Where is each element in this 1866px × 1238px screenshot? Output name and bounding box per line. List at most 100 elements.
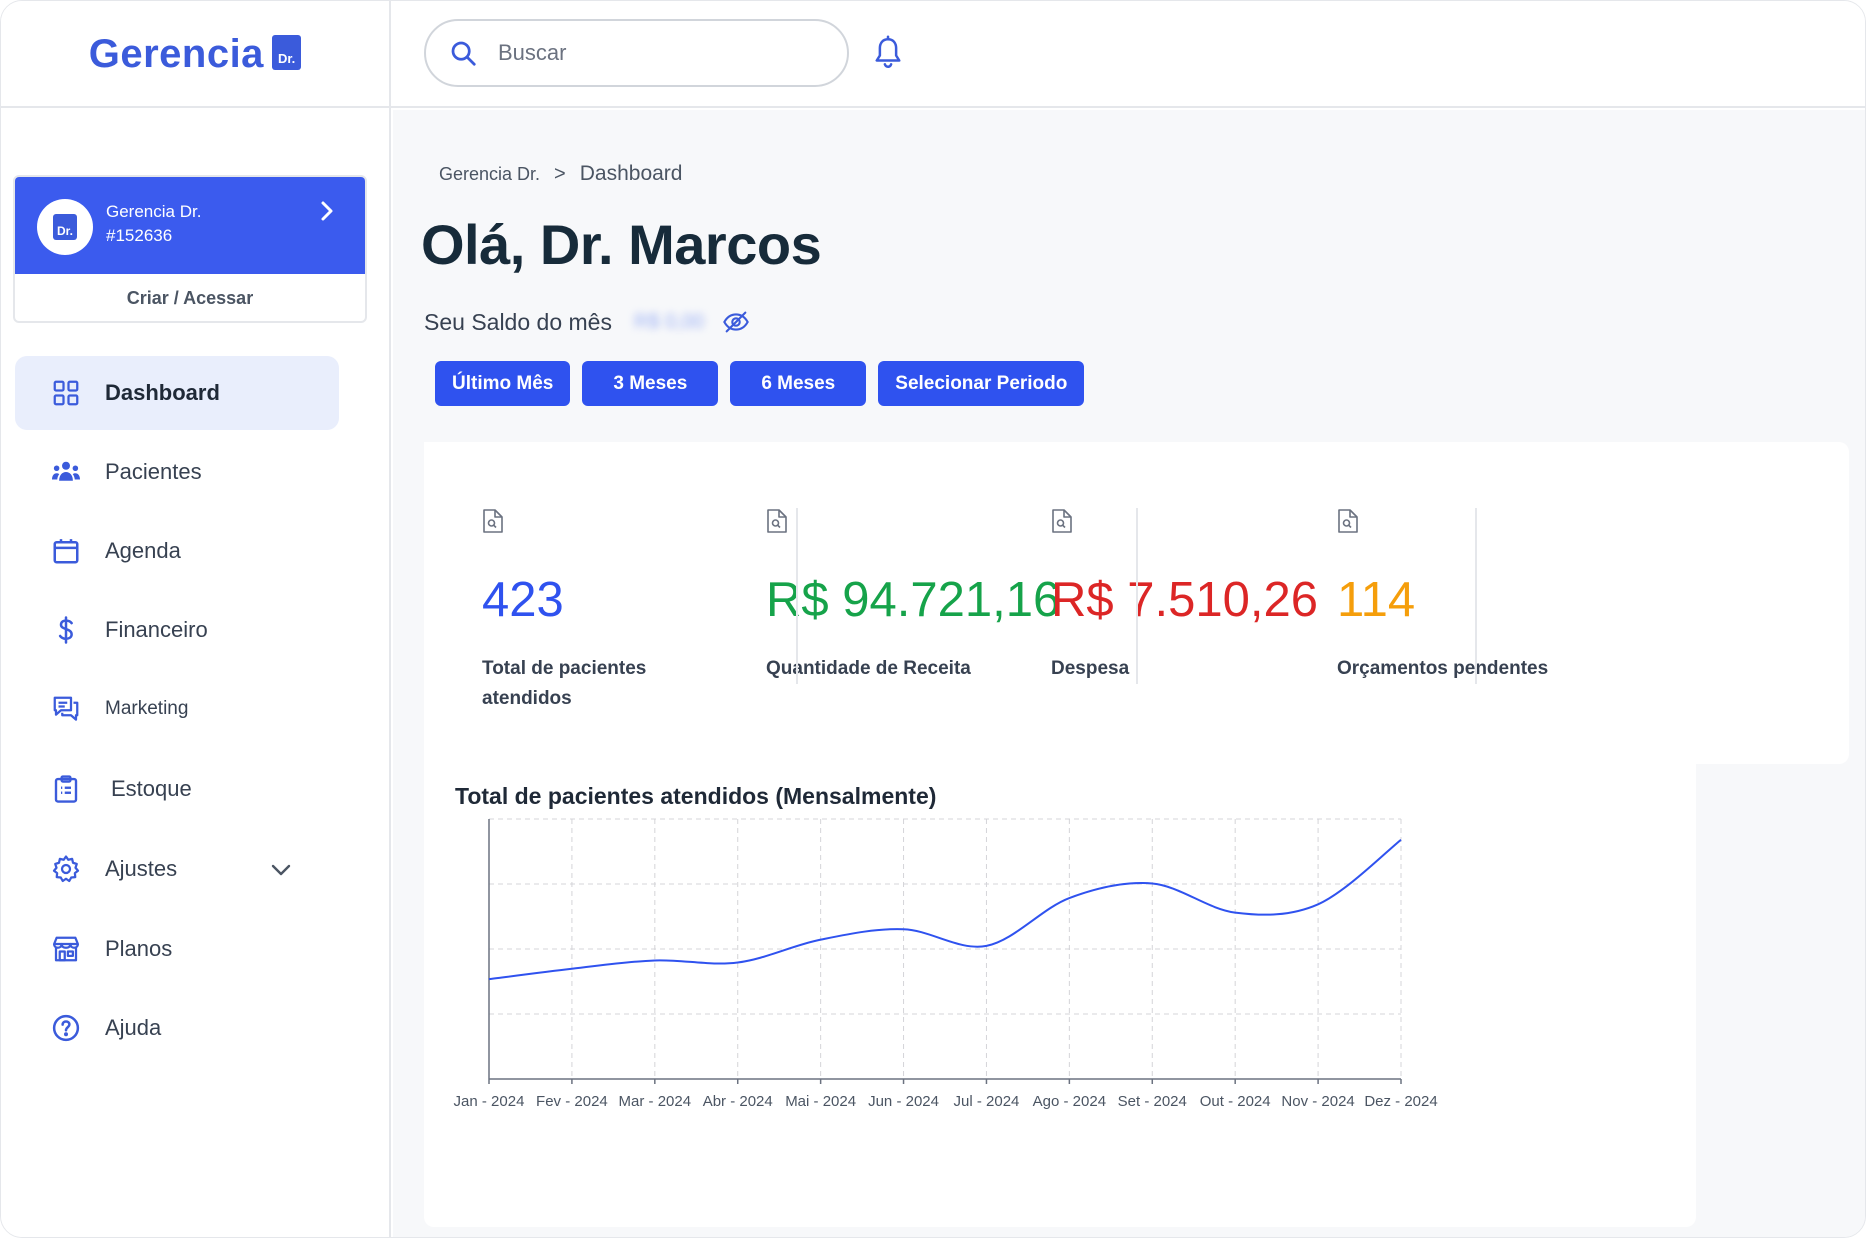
document-icon <box>1052 509 1072 533</box>
sidebar-item-dashboard[interactable]: Dashboard <box>15 356 339 430</box>
data-point <box>652 957 658 963</box>
data-point <box>1066 895 1072 901</box>
brand-badge: Dr. <box>271 35 302 70</box>
store-icon <box>53 936 79 962</box>
x-tick-label: Fev - 2024 <box>536 1093 608 1110</box>
clipboard-icon <box>54 775 78 803</box>
app-window: Gerencia Dr. Dr. Gerencia Dr. #152636 Cr… <box>0 0 1866 1238</box>
chevron-right-icon[interactable] <box>315 199 339 223</box>
avatar-badge: Dr. <box>52 214 77 240</box>
chevron-down-icon[interactable] <box>269 858 293 882</box>
x-tick-label: Dez - 2024 <box>1364 1093 1437 1110</box>
page-title: Olá, Dr. Marcos <box>421 213 822 276</box>
data-point <box>818 937 824 943</box>
breadcrumb-root[interactable]: Gerencia Dr. <box>439 164 540 185</box>
sidebar-item-label: Estoque <box>111 776 192 801</box>
sidebar-item-agenda[interactable]: Agenda <box>15 514 339 588</box>
search-input[interactable] <box>498 40 798 66</box>
data-point <box>569 966 575 972</box>
period-3-months-button[interactable]: 3 Meses <box>582 361 719 406</box>
stat-label: Orçamentos pendentes <box>1337 658 1549 679</box>
period-custom-button[interactable]: Selecionar Periodo <box>878 361 1085 406</box>
stat-value: 423 <box>482 573 564 627</box>
x-tick-label: Ago - 2024 <box>1033 1093 1106 1110</box>
balance-label: Seu Saldo do mês <box>424 308 612 335</box>
breadcrumb-current: Dashboard <box>579 162 683 185</box>
create-access-button[interactable]: Criar / Acessar <box>15 274 365 321</box>
data-point <box>1232 910 1238 916</box>
x-tick-label: Jan - 2024 <box>454 1093 525 1110</box>
search-box[interactable] <box>424 19 849 87</box>
chat-icon <box>53 696 79 721</box>
chart-card: Total de pacientes atendidos (Mensalment… <box>424 745 1696 1227</box>
stat-value: R$ 7.510,26 <box>1051 573 1318 627</box>
sidebar-item-planos[interactable]: Planos <box>15 912 339 986</box>
stat-label: Despesa <box>1051 658 1130 679</box>
eye-off-icon[interactable] <box>722 308 750 336</box>
x-tick-label: Jun - 2024 <box>868 1093 939 1110</box>
avatar: Dr. <box>37 199 93 255</box>
period-6-months-button[interactable]: 6 Meses <box>730 361 867 406</box>
stat-divider <box>1475 508 1477 684</box>
document-icon <box>483 509 503 533</box>
sidebar-item-label: Dashboard <box>105 380 220 405</box>
sidebar-item-label: Ajustes <box>105 856 178 881</box>
top-bar: Gerencia Dr. <box>1 1 1865 108</box>
period-filter: Último Mês 3 Meses 6 Meses Selecionar Pe… <box>435 361 1085 406</box>
account-id: #152636 <box>106 226 173 245</box>
sidebar-item-label: Financeiro <box>105 617 208 642</box>
stats-card: 423 Total de pacientes atendidos R$ 94.7… <box>424 442 1752 722</box>
line-chart: Jan - 2024 Fev - 2024 Mar - 2024 Abr - 2024… <box>454 818 1438 1110</box>
data-point <box>1398 837 1404 843</box>
data-point <box>1315 901 1321 907</box>
data-point <box>735 960 741 966</box>
sidebar-item-estoque[interactable]: Estoque <box>15 752 339 826</box>
dollar-icon <box>58 616 73 644</box>
bell-icon[interactable] <box>873 35 903 71</box>
stat-label: Quantidade de Receita <box>766 658 971 679</box>
account-card[interactable]: Dr. Gerencia Dr. #152636 Criar / Acessar <box>13 175 367 323</box>
sidebar-item-label: Pacientes <box>105 459 202 484</box>
stat-value: R$ 94.721,16 <box>766 573 1061 627</box>
monthly-balance: Seu Saldo do mês R$ 0,00 <box>424 308 750 336</box>
sidebar-item-label: Planos <box>105 936 173 961</box>
x-tick-label: Mai - 2024 <box>785 1093 856 1110</box>
x-tick-label: Set - 2024 <box>1118 1093 1187 1110</box>
breadcrumb-separator: > <box>554 162 566 185</box>
sidebar-item-label: Marketing <box>105 698 189 719</box>
stat-divider <box>796 508 798 684</box>
sidebar-item-ajustes[interactable]: Ajustes <box>15 832 339 906</box>
sidebar-item-label: Ajuda <box>105 1015 162 1040</box>
brand-logo[interactable]: Gerencia Dr. <box>1 1 391 108</box>
account-header[interactable]: Dr. Gerencia Dr. #152636 <box>15 177 365 274</box>
account-name: Gerencia Dr. <box>106 202 202 221</box>
sidebar: Dr. Gerencia Dr. #152636 Criar / Acessar… <box>1 108 391 1237</box>
x-tick-label: Out - 2024 <box>1200 1093 1271 1110</box>
document-icon <box>1338 509 1358 533</box>
stat-divider <box>1136 508 1138 684</box>
x-tick-label: Jul - 2024 <box>954 1093 1020 1110</box>
breadcrumb: Gerencia Dr. > Dashboard <box>439 162 682 186</box>
sidebar-item-pacientes[interactable]: Pacientes <box>15 435 339 509</box>
data-point <box>1149 880 1155 886</box>
x-tick-label: Nov - 2024 <box>1281 1093 1354 1110</box>
x-tick-label: Mar - 2024 <box>619 1093 692 1110</box>
users-icon <box>52 461 80 481</box>
sidebar-item-financeiro[interactable]: Financeiro <box>15 593 339 667</box>
period-last-month-button[interactable]: Último Mês <box>435 361 571 406</box>
brand-name: Gerencia <box>88 32 264 76</box>
help-icon <box>52 1014 80 1042</box>
sidebar-item-label: Agenda <box>105 538 181 563</box>
grid-icon <box>53 380 79 406</box>
data-point <box>983 943 989 949</box>
search-icon <box>451 41 476 66</box>
data-point <box>901 926 907 932</box>
main-content: Gerencia Dr. > Dashboard Olá, Dr. Marcos… <box>393 110 1865 1237</box>
document-icon <box>767 509 787 533</box>
sidebar-item-marketing[interactable]: Marketing <box>15 672 339 746</box>
balance-value: R$ 0,00 <box>633 310 705 333</box>
stat-label: Total de pacientes atendidos <box>482 658 647 709</box>
sidebar-item-ajuda[interactable]: Ajuda <box>15 991 339 1065</box>
x-tick-label: Abr - 2024 <box>703 1093 773 1110</box>
data-point <box>486 976 492 982</box>
